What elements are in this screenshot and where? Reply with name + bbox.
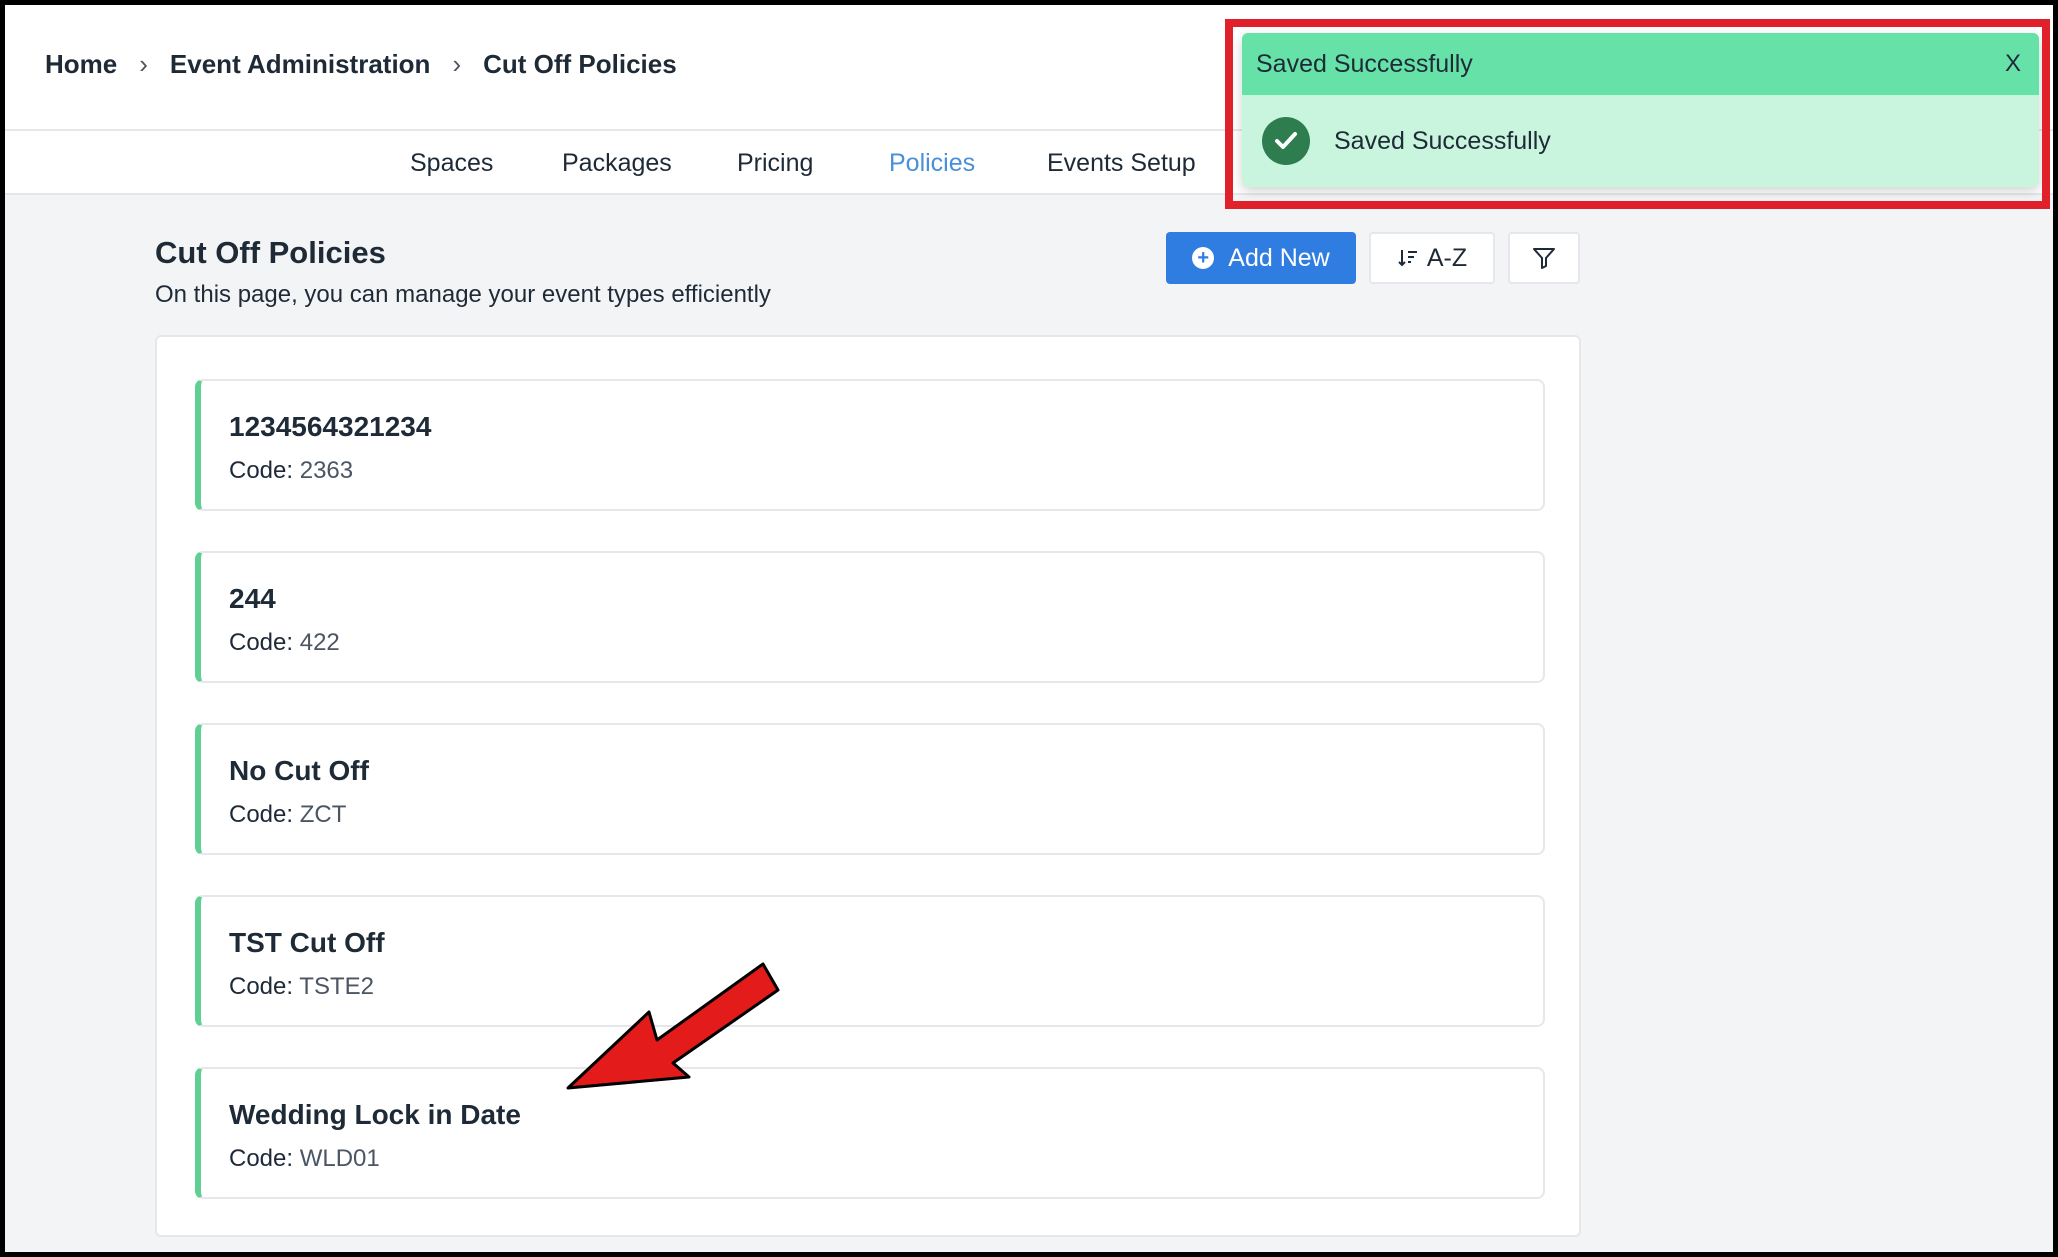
- policy-name: TST Cut Off: [229, 927, 385, 958]
- tab-spaces[interactable]: Spaces: [410, 149, 493, 178]
- policy-code: Code: ZCT: [229, 801, 347, 828]
- policies-list: 1234564321234 Code: 2363 244 Code: 422 N…: [155, 335, 1581, 1237]
- policy-card[interactable]: 244 Code: 422: [195, 551, 1545, 683]
- tab-packages[interactable]: Packages: [562, 149, 672, 178]
- policy-code: Code: 422: [229, 629, 340, 656]
- tab-events-setup[interactable]: Events Setup: [1047, 149, 1196, 178]
- breadcrumb-current: Cut Off Policies: [483, 49, 677, 79]
- sort-button[interactable]: A-Z: [1369, 232, 1495, 284]
- policy-card[interactable]: No Cut Off Code: ZCT: [195, 723, 1545, 855]
- plus-circle-icon: +: [1192, 247, 1215, 269]
- tab-policies[interactable]: Policies: [889, 149, 975, 178]
- policy-name: 1234564321234: [229, 411, 432, 442]
- app-frame: Home › Event Administration › Cut Off Po…: [0, 0, 2058, 1257]
- policy-code: Code: 2363: [229, 457, 354, 484]
- tab-pricing[interactable]: Pricing: [737, 149, 813, 178]
- filter-icon: [1533, 248, 1555, 269]
- page-title: Cut Off Policies: [155, 235, 386, 270]
- policy-code: Code: TSTE2: [229, 973, 374, 1000]
- add-new-button[interactable]: + Add New: [1166, 232, 1356, 284]
- highlight-box: [1225, 19, 2050, 209]
- breadcrumb: Home › Event Administration › Cut Off Po…: [45, 49, 677, 80]
- chevron-right-icon: ›: [452, 49, 462, 79]
- policy-card[interactable]: Wedding Lock in Date Code: WLD01: [195, 1067, 1545, 1199]
- policy-name: Wedding Lock in Date: [229, 1099, 521, 1130]
- sort-label: A-Z: [1426, 243, 1468, 272]
- breadcrumb-event-administration[interactable]: Event Administration: [170, 49, 431, 80]
- policy-name: No Cut Off: [229, 755, 369, 786]
- policy-code: Code: WLD01: [229, 1145, 380, 1172]
- chevron-right-icon: ›: [139, 49, 148, 79]
- policy-name: 244: [229, 583, 276, 614]
- filter-button[interactable]: [1508, 232, 1580, 284]
- annotation-arrow-icon: [566, 962, 780, 1090]
- add-new-label: Add New: [1228, 243, 1330, 272]
- page-subtitle: On this page, you can manage your event …: [155, 281, 771, 308]
- sort-icon: [1398, 250, 1417, 267]
- policy-card[interactable]: 1234564321234 Code: 2363: [195, 379, 1545, 511]
- breadcrumb-home[interactable]: Home: [45, 49, 117, 80]
- policy-card[interactable]: TST Cut Off Code: TSTE2: [195, 895, 1545, 1027]
